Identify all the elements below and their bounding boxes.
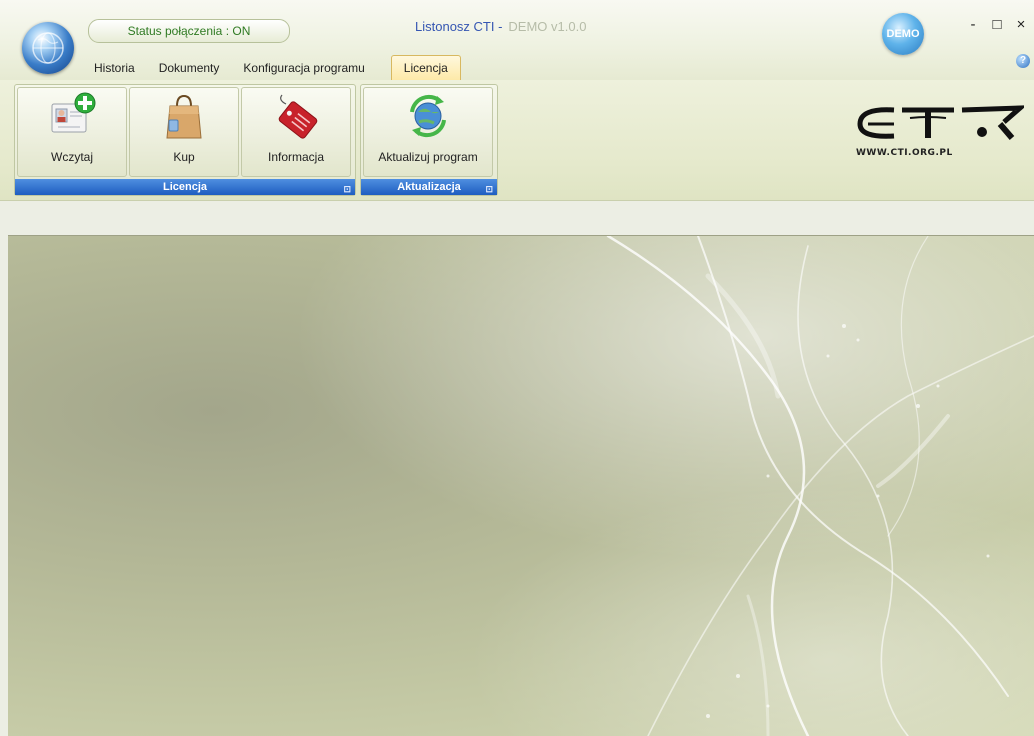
informacja-label: Informacja	[267, 150, 325, 164]
window-controls: - □ ×	[968, 16, 1026, 33]
wczytaj-button[interactable]: Wczytaj	[17, 87, 127, 177]
ribbon-group-licencja: Wczytaj Kup Informacja Licencja ⊡	[14, 84, 356, 196]
tab-konfiguracja[interactable]: Konfiguracja programu	[231, 56, 376, 80]
aktualizuj-button[interactable]: Aktualizuj program	[363, 87, 493, 177]
refresh-globe-icon	[410, 94, 446, 138]
tab-dokumenty[interactable]: Dokumenty	[147, 56, 232, 80]
tab-licencja[interactable]: Licencja	[390, 55, 461, 80]
background-swirls	[8, 236, 1034, 736]
demo-badge: DEMO	[882, 13, 924, 55]
help-icon[interactable]: ?	[1016, 54, 1030, 68]
close-button[interactable]: ×	[1016, 16, 1026, 33]
main-content-area	[8, 235, 1034, 736]
toolbar-strip	[0, 201, 1034, 235]
group-title-licencja: Licencja	[162, 181, 208, 193]
app-version: DEMO v1.0.0	[508, 19, 587, 34]
app-title: Listonosz CTI -	[415, 19, 503, 34]
group-label-licencja: Licencja ⊡	[15, 179, 355, 195]
dialog-launcher-icon[interactable]: ⊡	[343, 181, 351, 197]
kup-label: Kup	[173, 150, 195, 164]
globe-icon	[32, 32, 64, 64]
price-tag-icon	[278, 94, 318, 139]
ribbon-group-aktualizacja: Aktualizuj program Aktualizacja ⊡	[360, 84, 498, 196]
window-title: Listonosz CTI - DEMO v1.0.0	[415, 19, 586, 34]
ribbon-panel: Wczytaj Kup Informacja Licencja ⊡ Aktual…	[0, 80, 1034, 201]
cti-logo-graphic	[857, 105, 1027, 140]
shopping-bag-icon	[166, 94, 202, 139]
add-license-icon	[51, 92, 96, 133]
kup-button[interactable]: Kup	[129, 87, 239, 177]
cti-logo: WWW.CTI.ORG.PL	[854, 102, 1027, 182]
connection-status: Status połączenia : ON	[88, 19, 290, 43]
logo-url: WWW.CTI.ORG.PL	[856, 148, 953, 158]
group-title-aktualizacja: Aktualizacja	[397, 181, 461, 193]
aktualizuj-label: Aktualizuj program	[378, 150, 478, 164]
ribbon-tabs: Historia Dokumenty Konfiguracja programu…	[82, 50, 461, 80]
maximize-button[interactable]: □	[992, 16, 1002, 33]
group-label-aktualizacja: Aktualizacja ⊡	[361, 179, 497, 195]
title-bar: Status połączenia : ON Listonosz CTI - DE…	[0, 0, 1034, 80]
dialog-launcher-icon[interactable]: ⊡	[485, 181, 493, 197]
minimize-button[interactable]: -	[968, 16, 978, 33]
informacja-button[interactable]: Informacja	[241, 87, 351, 177]
wczytaj-label: Wczytaj	[51, 150, 93, 164]
tab-historia[interactable]: Historia	[82, 56, 147, 80]
app-menu-orb[interactable]	[22, 22, 74, 74]
